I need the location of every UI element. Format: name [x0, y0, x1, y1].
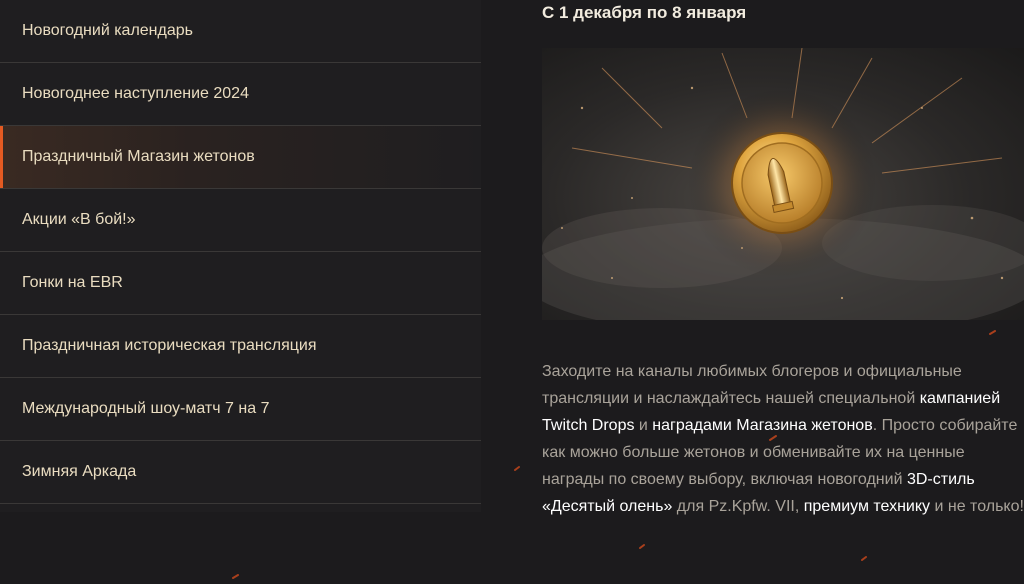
sidebar-item-to-battle-promos[interactable]: Акции «В бой!»: [0, 189, 481, 252]
event-dates: С 1 декабря по 8 января: [542, 3, 747, 22]
description-text: и не только!: [930, 498, 1024, 515]
sidebar-item-historical-stream[interactable]: Праздничная историческая трансляция: [0, 315, 481, 378]
sidebar-item-label: Гонки на EBR: [22, 274, 123, 291]
description-text: и: [634, 417, 653, 434]
sidebar-item-token-shop[interactable]: Праздничный Магазин жетонов: [0, 126, 481, 189]
sidebar-item-new-year-calendar[interactable]: Новогодний календарь: [0, 0, 481, 63]
sidebar-item-label: Новогодний календарь: [22, 22, 193, 39]
sidebar-item-ebr-races[interactable]: Гонки на EBR: [0, 252, 481, 315]
sidebar-item-label: Акции «В бой!»: [22, 211, 136, 228]
description-highlight-premium-vehicles: премиум технику: [803, 498, 931, 515]
sidebar-item-label: Праздничный Магазин жетонов: [22, 148, 255, 165]
description-text: для Pz.Kpfw. VII,: [672, 498, 804, 515]
sidebar-item-winter-arcade[interactable]: Зимняя Аркада: [0, 441, 481, 504]
hero-image: [542, 48, 1024, 320]
sidebar-item-showmatch[interactable]: Международный шоу-матч 7 на 7: [0, 378, 481, 441]
event-description: Заходите на каналы любимых блогеров и оф…: [542, 358, 1024, 520]
description-text: Заходите на каналы любимых блогеров и оф…: [542, 363, 962, 407]
description-highlight-token-shop-rewards: наградами Магазина жетонов: [652, 417, 873, 434]
sidebar-item-label: Зимняя Аркада: [22, 463, 137, 480]
sidebar-item-label: Праздничная историческая трансляция: [22, 337, 317, 354]
sidebar-nav: Новогодний календарь Новогоднее наступле…: [0, 0, 481, 512]
token-coin-icon: [542, 48, 1024, 320]
sidebar-item-label: Международный шоу-матч 7 на 7: [22, 400, 270, 417]
page: Новогодний календарь Новогоднее наступле…: [0, 0, 1024, 584]
sidebar-item-new-year-offensive[interactable]: Новогоднее наступление 2024: [0, 63, 481, 126]
sidebar-item-label: Новогоднее наступление 2024: [22, 85, 249, 102]
